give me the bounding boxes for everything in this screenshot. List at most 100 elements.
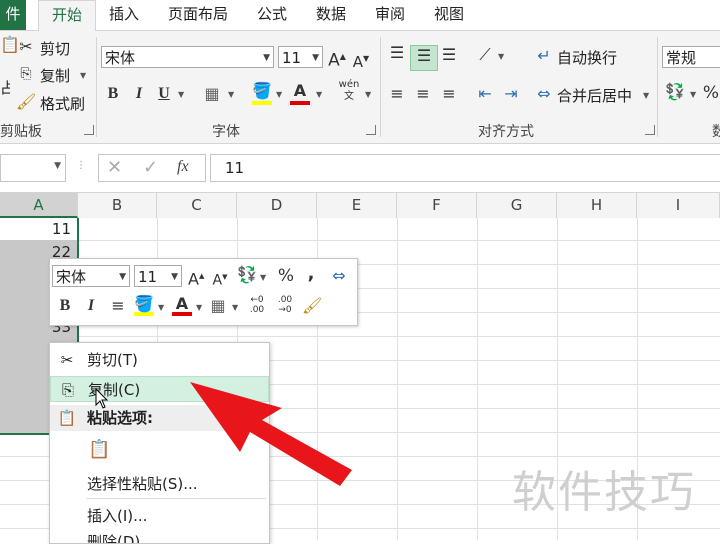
merge-center-button[interactable]: 合并后居中 <box>557 85 632 106</box>
right-align-icon[interactable]: ≡ <box>438 84 460 104</box>
currency-icon[interactable]: 💱 <box>664 82 686 102</box>
wrap-text-button[interactable]: 自动换行 <box>557 47 617 68</box>
tab-file[interactable]: 件 <box>0 0 26 30</box>
tab-review[interactable]: 审阅 <box>366 0 414 30</box>
mini-bold-button[interactable]: B <box>56 296 74 316</box>
font-name-select[interactable]: 宋体 ▼ <box>101 46 274 68</box>
format-painter-button[interactable]: 格式刷 <box>40 93 85 114</box>
italic-button[interactable]: I <box>130 84 148 104</box>
mini-percent-button[interactable]: % <box>276 266 296 286</box>
formula-input[interactable]: 11 <box>210 154 720 182</box>
column-header-b[interactable]: B <box>78 193 157 218</box>
copy-button[interactable]: 复制 <box>40 65 70 86</box>
cut-button[interactable]: 剪切 <box>40 38 70 59</box>
merge-dropdown-icon[interactable]: ▼ <box>643 91 649 100</box>
tab-insert[interactable]: 插入 <box>100 0 148 30</box>
wrap-text-icon[interactable]: ↵ <box>534 46 554 66</box>
mini-format-painter-icon[interactable]: 🖌 <box>302 296 322 316</box>
font-color-dropdown-icon[interactable]: ▼ <box>316 90 322 99</box>
underline-dropdown-icon[interactable]: ▼ <box>178 90 184 99</box>
menu-item-cut[interactable]: ✂ 剪切(T) <box>50 347 269 373</box>
phonetic-icon[interactable]: wén 文 <box>338 79 360 103</box>
fill-color-icon[interactable]: 🪣 <box>252 81 272 105</box>
mini-font-color-icon[interactable]: A <box>172 294 192 316</box>
scissors-icon[interactable]: ✂ <box>16 37 36 57</box>
bottom-align-icon[interactable]: ☰ <box>438 45 460 65</box>
orientation-icon[interactable]: ⟋ <box>474 45 496 65</box>
increase-indent-icon[interactable]: ⇥ <box>500 84 522 104</box>
bold-button[interactable]: B <box>104 84 122 104</box>
mini-border-dropdown-icon[interactable]: ▼ <box>232 303 238 312</box>
mini-comma-button[interactable]: , <box>304 264 318 284</box>
underline-button[interactable]: U <box>155 84 173 104</box>
border-icon[interactable]: ▦ <box>202 84 222 104</box>
column-header-c[interactable]: C <box>157 193 237 218</box>
mini-size-select[interactable]: 11 ▼ <box>134 265 182 287</box>
mini-currency-dropdown-icon[interactable]: ▼ <box>260 273 266 282</box>
mini-center-align-icon[interactable]: ≡ <box>108 296 128 316</box>
column-header-a[interactable]: A <box>0 193 78 218</box>
mini-fill-color-icon[interactable]: 🪣 <box>134 294 154 316</box>
column-header-g[interactable]: G <box>477 193 557 218</box>
menu-item-insert[interactable]: 插入(I)... <box>50 503 269 529</box>
decrease-indent-icon[interactable]: ⇤ <box>474 84 496 104</box>
column-header-d[interactable]: D <box>237 193 317 218</box>
clipboard-launcher-icon[interactable] <box>84 125 94 135</box>
mini-grow-font-icon[interactable]: A▲ <box>188 266 204 289</box>
tab-data[interactable]: 数据 <box>307 0 355 30</box>
name-box-dropdown-icon[interactable]: ▼ <box>54 161 61 171</box>
mini-merge-icon[interactable]: ⇔ <box>328 266 350 286</box>
top-align-icon[interactable]: ☰ <box>386 43 408 63</box>
font-color-icon[interactable]: A <box>290 81 310 105</box>
left-align-icon[interactable]: ≡ <box>386 84 408 104</box>
column-header-h[interactable]: H <box>557 193 637 218</box>
mini-font-color-dropdown-icon[interactable]: ▼ <box>196 303 202 312</box>
menu-item-delete[interactable]: 删除(D) <box>50 529 269 543</box>
number-format-select[interactable]: 常规 <box>662 46 720 68</box>
grow-font-icon[interactable]: A▲ <box>328 47 346 71</box>
percent-button[interactable]: % <box>702 83 720 103</box>
ribbon: 📋 占 ✂ 剪切 ⎘ 复制 ▼ 🖌 格式刷 剪贴板 宋体 ▼ 11 ▼ A▲ A▼ … <box>0 31 720 144</box>
format-painter-icon[interactable]: 🖌 <box>16 92 36 112</box>
currency-dropdown-icon[interactable]: ▼ <box>690 90 696 99</box>
copy-icon[interactable]: ⎘ <box>16 64 36 84</box>
copy-dropdown-icon[interactable]: ▼ <box>80 71 86 80</box>
menu-item-copy[interactable]: ⎘ 复制(C) <box>50 376 269 402</box>
mini-italic-button[interactable]: I <box>82 296 100 316</box>
menu-item-paste-special[interactable]: 选择性粘贴(S)... <box>50 471 269 497</box>
mini-shrink-font-icon[interactable]: A▼ <box>212 267 228 291</box>
font-launcher-icon[interactable] <box>366 125 376 135</box>
cell-a1[interactable]: 11 <box>52 220 71 238</box>
orientation-dropdown-icon[interactable]: ▼ <box>498 52 504 61</box>
center-align-icon[interactable]: ≡ <box>412 84 434 104</box>
column-header-f[interactable]: F <box>397 193 477 218</box>
shrink-font-icon[interactable]: A▼ <box>352 49 370 72</box>
middle-align-icon[interactable]: ☰ <box>410 45 438 71</box>
mini-font-select[interactable]: 宋体 ▼ <box>52 265 130 287</box>
tab-page-layout[interactable]: 页面布局 <box>160 0 236 30</box>
insert-function-button[interactable]: fx <box>177 158 189 176</box>
name-box[interactable]: ▼ <box>0 154 66 182</box>
enter-icon[interactable]: ✓ <box>143 157 158 178</box>
mini-border-icon[interactable]: ▦ <box>208 296 228 316</box>
mini-fill-dropdown-icon[interactable]: ▼ <box>158 303 164 312</box>
paste-option-icon[interactable]: 📋 <box>88 439 112 463</box>
scissors-icon: ✂ <box>60 351 74 369</box>
tab-home[interactable]: 开始 <box>38 0 96 32</box>
cancel-icon[interactable]: ✕ <box>107 157 122 178</box>
tab-formulas[interactable]: 公式 <box>248 0 296 30</box>
paste-label[interactable]: 占 <box>0 77 10 98</box>
paste-icon[interactable]: 📋 <box>0 35 20 55</box>
column-header-e[interactable]: E <box>317 193 397 218</box>
mini-decrease-decimal-icon[interactable]: .00 →0 <box>274 295 296 315</box>
merge-center-icon[interactable]: ⇔ <box>534 84 554 104</box>
column-header-i[interactable]: I <box>637 193 720 218</box>
mini-increase-decimal-icon[interactable]: ←0.00 <box>246 295 268 315</box>
border-dropdown-icon[interactable]: ▼ <box>228 90 234 99</box>
phonetic-dropdown-icon[interactable]: ▼ <box>365 90 371 99</box>
tab-view[interactable]: 视图 <box>425 0 473 30</box>
font-size-select[interactable]: 11 ▼ <box>278 46 323 68</box>
mini-currency-icon[interactable]: 💱 <box>236 265 258 285</box>
alignment-launcher-icon[interactable] <box>645 125 655 135</box>
fill-color-dropdown-icon[interactable]: ▼ <box>276 90 282 99</box>
